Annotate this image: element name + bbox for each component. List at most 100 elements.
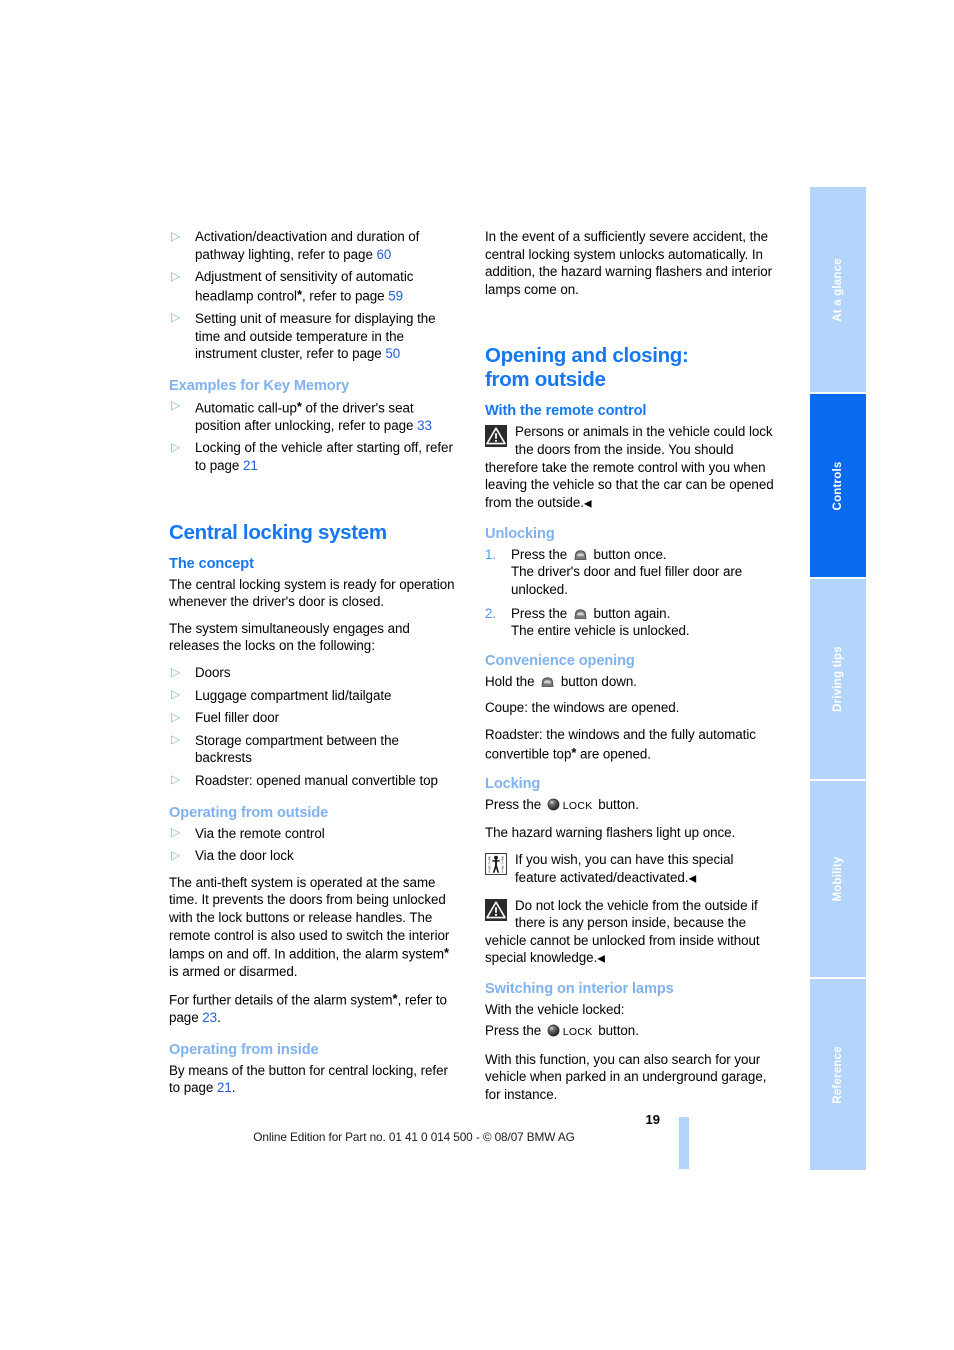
section-title-opening-and-closing: Opening and closing: from outside (485, 344, 775, 392)
paragraph-text: Press the (485, 796, 545, 812)
section-title-central-locking: Central locking system (169, 520, 387, 544)
paragraph-text-cont: button. (594, 796, 639, 812)
list-item: Setting unit of measure for displaying t… (169, 309, 459, 363)
interior-lamps-line-1: With the vehicle locked: (485, 1002, 625, 1018)
paragraph-text-cont: button. (594, 1023, 639, 1039)
manual-page: Activation/deactivation and duration of … (0, 0, 954, 1350)
list-item: Storage compartment between the backrest… (169, 731, 459, 767)
list-item: Activation/deactivation and duration of … (169, 227, 459, 263)
special-feature-note-text: If you wish, you can have this special f… (515, 851, 734, 885)
page-number: 19 (645, 1112, 660, 1127)
list-item: Luggage compartment lid/tailgate (169, 686, 459, 705)
paragraph-text-cont: are opened. (576, 746, 651, 762)
chapter-tab-strip: At a glance Controls Driving tips Mobili… (810, 187, 866, 1170)
paragraph-text: Hold the (485, 673, 539, 689)
paragraph-text-end: . (231, 1080, 236, 1096)
interior-lamps-line-2: Press the LOCK button. (485, 1022, 775, 1042)
paragraph-text-end: . (217, 1010, 221, 1025)
operating-outside-paragraph-1: The anti-theft system is operated at the… (169, 874, 459, 981)
lock-button-icon (547, 798, 560, 811)
section-title-line-2: from outside (485, 368, 606, 392)
step-result-text: The entire vehicle is unlocked. (511, 623, 690, 639)
warning-note-remote-control: Persons or animals in the vehicle could … (485, 423, 775, 512)
tab-label: At a glance (832, 257, 844, 322)
bullet-text-cont: , refer to page (301, 288, 389, 304)
page-reference[interactable]: 21 (243, 458, 258, 473)
warning-note-locking: Do not lock the vehicle from the outside… (485, 897, 775, 969)
concept-paragraph-1: The central locking system is ready for … (169, 576, 455, 610)
tab-driving-tips[interactable]: Driving tips (810, 579, 866, 779)
operating-outside-list: Via the remote control Via the door lock (169, 824, 459, 865)
paragraph-text: By means of the button for central locki… (169, 1062, 448, 1096)
locking-line-2: The hazard warning flashers light up onc… (485, 825, 736, 841)
warning-triangle-icon (485, 898, 507, 926)
left-text-column: Activation/deactivation and duration of … (169, 227, 459, 1106)
heading-examples-key-memory: Examples for Key Memory (169, 377, 350, 394)
option-asterisk: * (444, 945, 450, 961)
step-text-cont: button once. (589, 546, 667, 562)
paragraph-text-cont: is armed or disarmed. (169, 964, 298, 980)
footer-accent-bar (679, 1117, 689, 1169)
list-item: Locking of the vehicle after starting of… (169, 439, 459, 474)
accident-unlock-paragraph: In the event of a sufficiently severe ac… (485, 229, 773, 297)
unlocking-steps-list: Press the button once. The driver's door… (485, 546, 775, 640)
tab-mobility[interactable]: Mobility (810, 781, 866, 977)
concept-items-list: Doors Luggage compartment lid/tailgate F… (169, 664, 459, 790)
bullet-text: Automatic call-up (195, 400, 297, 416)
list-item: Roadster: opened manual convertible top (169, 771, 459, 790)
intro-bullet-list: Activation/deactivation and duration of … (169, 227, 459, 363)
tab-reference[interactable]: Reference (810, 979, 866, 1170)
heading-convenience-opening: Convenience opening (485, 652, 635, 669)
tab-label: Controls (832, 461, 844, 510)
list-item: Adjustment of sensitivity of automatic h… (169, 268, 459, 305)
lock-label: LOCK (562, 1026, 593, 1039)
paragraph-text: Press the (485, 1023, 545, 1039)
warning-note-text: Do not lock the vehicle from the outside… (485, 897, 760, 966)
lock-label: LOCK (562, 799, 593, 812)
list-item: Press the button once. The driver's door… (485, 546, 775, 599)
tab-label: Reference (832, 1045, 844, 1104)
list-item: Via the door lock (169, 847, 459, 865)
list-item: Doors (169, 664, 459, 682)
convenience-opening-line-1: Hold the button down. (485, 673, 775, 691)
operating-inside-paragraph: By means of the button for central locki… (169, 1062, 459, 1097)
unlock-button-icon (540, 676, 555, 688)
heading-the-concept: The concept (169, 555, 254, 572)
page-reference[interactable]: 21 (217, 1080, 232, 1095)
page-reference[interactable]: 59 (388, 288, 403, 303)
operating-outside-paragraph-2: For further details of the alarm system*… (169, 990, 459, 1027)
heading-operating-from-outside: Operating from outside (169, 804, 329, 821)
person-special-feature-icon (485, 852, 507, 880)
step-result-text: The driver's door and fuel filler door a… (511, 564, 743, 598)
locking-line-1: Press the LOCK button. (485, 796, 775, 816)
step-text-cont: button again. (589, 605, 671, 621)
paragraph-text-cont: button down. (557, 673, 637, 689)
tab-label: Mobility (832, 856, 844, 902)
special-feature-note: If you wish, you can have this special f… (485, 851, 775, 888)
note-end-marker: ◀ (597, 953, 605, 965)
heading-locking: Locking (485, 775, 541, 792)
tab-at-a-glance[interactable]: At a glance (810, 187, 866, 392)
list-item: Fuel filler door (169, 709, 459, 727)
interior-lamps-line-3: With this function, you can also search … (485, 1051, 767, 1102)
heading-with-the-remote-control: With the remote control (485, 403, 647, 420)
step-text: Press the (511, 546, 571, 562)
bullet-text: Locking of the vehicle after starting of… (195, 440, 453, 474)
page-reference[interactable]: 60 (377, 247, 392, 262)
page-reference[interactable]: 33 (417, 418, 432, 433)
convenience-opening-line-2: Coupe: the windows are opened. (485, 700, 680, 716)
page-reference[interactable]: 50 (385, 346, 400, 361)
step-text: Press the (511, 605, 571, 621)
heading-switching-on-interior-lamps: Switching on interior lamps (485, 981, 674, 998)
heading-operating-from-inside: Operating from inside (169, 1041, 319, 1058)
right-text-column: In the event of a sufficiently severe ac… (485, 228, 775, 1112)
tab-controls[interactable]: Controls (810, 394, 866, 577)
paragraph-text: The anti-theft system is operated at the… (169, 874, 450, 962)
warning-note-text: Persons or animals in the vehicle could … (485, 424, 774, 510)
key-memory-bullet-list: Automatic call-up* of the driver's seat … (169, 397, 459, 475)
convenience-opening-line-3: Roadster: the windows and the fully auto… (485, 726, 775, 763)
unlock-button-icon (573, 549, 588, 561)
heading-unlocking: Unlocking (485, 525, 555, 542)
unlock-button-icon (573, 608, 588, 620)
page-reference[interactable]: 23 (202, 1010, 217, 1025)
